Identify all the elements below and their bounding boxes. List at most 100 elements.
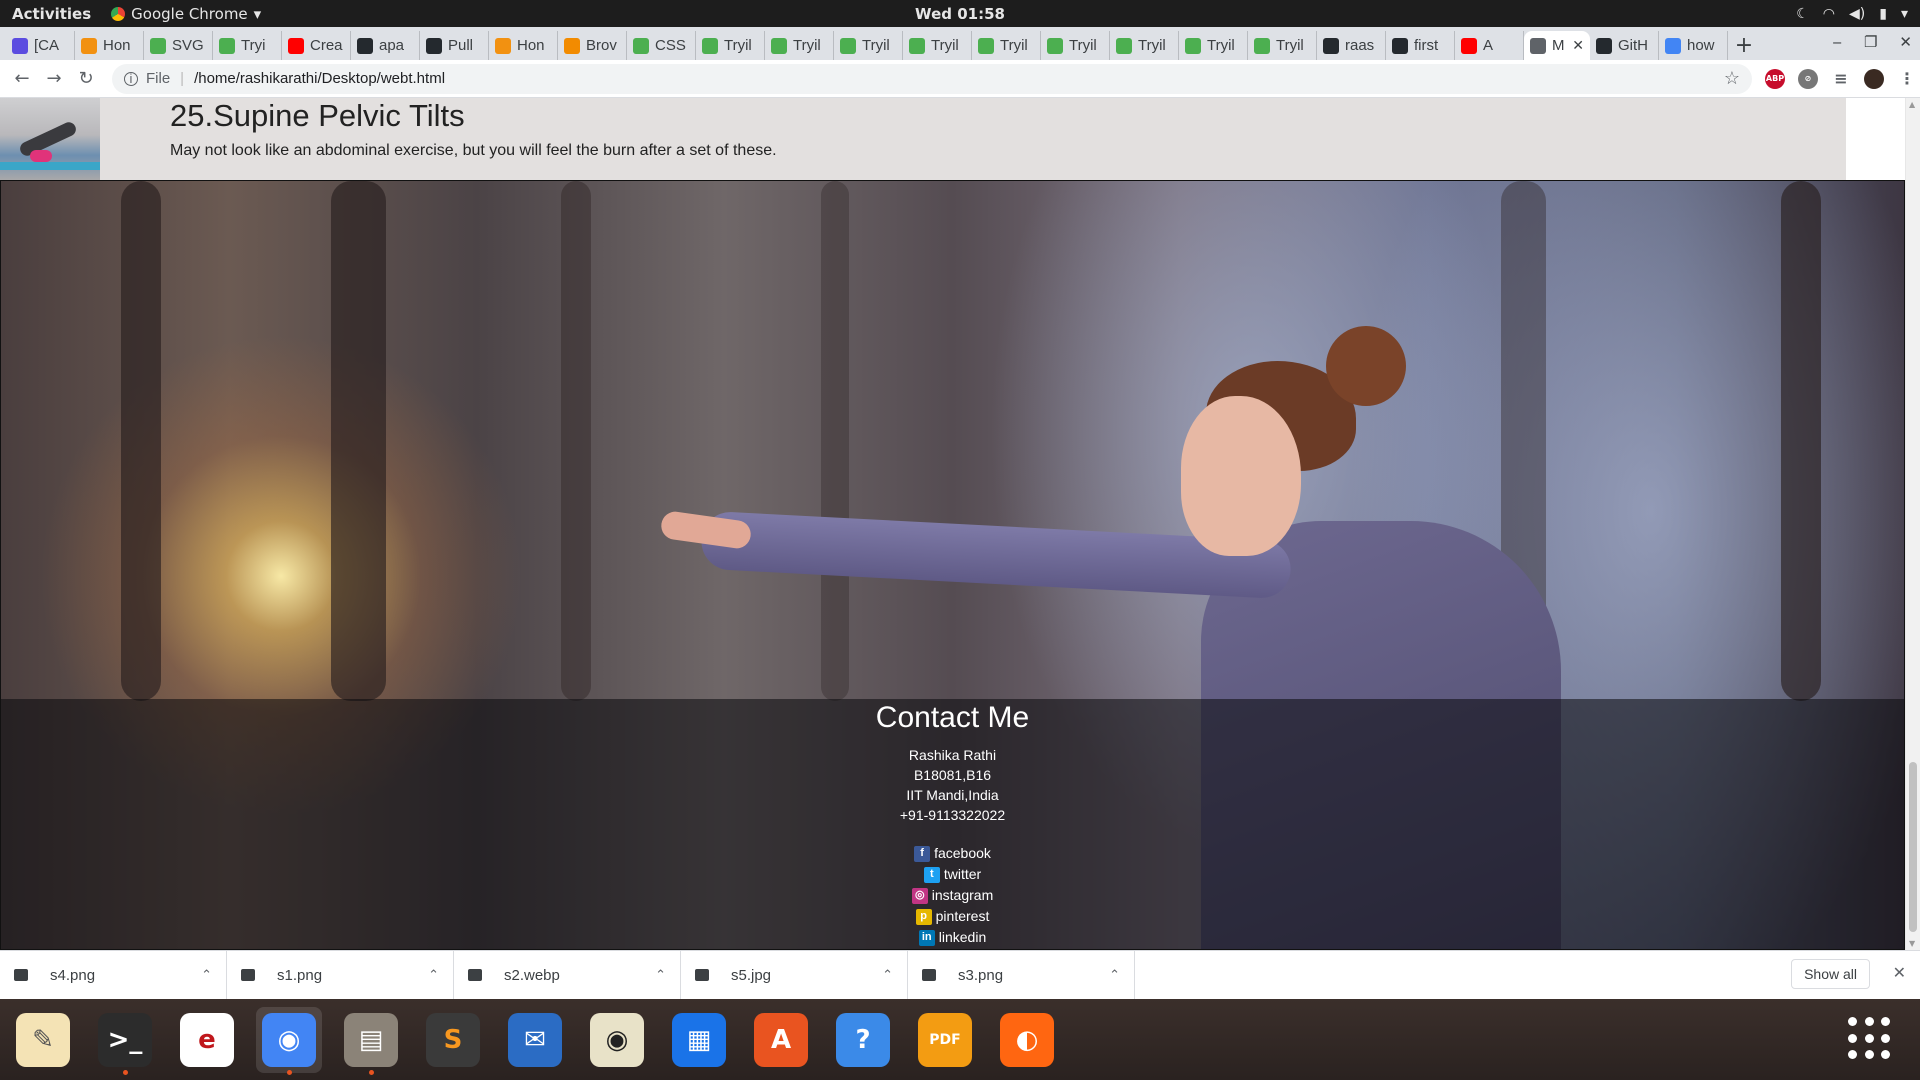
browser-tab[interactable]: Tryil [696,31,765,60]
menu-kebab-icon[interactable]: ⋮ [1897,69,1917,89]
browser-tab[interactable]: apa [351,31,420,60]
browser-tab[interactable]: Tryil [1248,31,1317,60]
activities-button[interactable]: Activities [0,5,103,23]
diamond-icon [12,37,28,54]
download-item[interactable]: s1.png ⌃ [227,950,454,1000]
dock-launcher[interactable]: S [420,1007,486,1073]
page-scrollbar[interactable]: ▲ ▼ [1905,98,1920,950]
social-link-linkedin[interactable]: in linkedin [1,927,1904,948]
browser-tab[interactable]: SVG [144,31,213,60]
chevron-up-icon[interactable]: ⌃ [201,967,212,983]
dock-launcher[interactable]: A [748,1007,814,1073]
browser-tab[interactable]: how [1659,31,1728,60]
chrome-icon [111,6,126,21]
browser-tab[interactable]: Tryil [1179,31,1248,60]
system-tray[interactable]: ☾ ◠ ◀) ▮ ▾ [1796,6,1908,22]
adblock-plus-icon[interactable]: ABP [1765,68,1785,89]
clock[interactable]: Wed 01:58 [915,5,1005,23]
address-bar[interactable]: i File | /home/rashikarathi/Desktop/webt… [112,63,1752,94]
download-filename: s5.jpg [731,966,772,984]
dock-launcher[interactable]: >_ [92,1007,158,1075]
social-links: f facebook t twitter ◎ instagram p pinterest in l… [1,843,1904,948]
download-item[interactable]: s5.jpg ⌃ [681,950,908,1000]
dock-launcher[interactable]: e [174,1007,240,1073]
dock-launcher[interactable]: ◉ [256,1006,322,1075]
download-item[interactable]: s4.png ⌃ [0,950,227,1000]
extension-icon[interactable]: ⊘ [1798,68,1818,89]
chevron-up-icon[interactable]: ⌃ [428,967,439,983]
dock-launcher[interactable]: ✎ [10,1007,76,1073]
browser-tab[interactable]: [CA [6,31,75,60]
download-item[interactable]: s2.webp ⌃ [454,950,681,1000]
downloads-shelf: s4.png ⌃ s1.png ⌃ s2.webp ⌃ s5.jpg ⌃ s3.png ⌃ Sho… [0,950,1920,1000]
minimize-button[interactable]: ‒ [1832,33,1842,51]
close-window-button[interactable]: ✕ [1899,33,1912,51]
youtube-icon [1461,37,1477,54]
social-link-twitter[interactable]: t twitter [1,864,1904,885]
instagram-icon: ◎ [911,887,928,904]
back-button[interactable]: ← [6,68,38,89]
browser-tab[interactable]: CSS [627,31,696,60]
chevron-up-icon[interactable]: ⌃ [1109,967,1120,983]
browser-tab[interactable]: Brov [558,31,627,60]
browser-tab[interactable]: Tryil [903,31,972,60]
close-downloads-icon[interactable]: ✕ [1893,963,1906,982]
profile-avatar[interactable] [1864,68,1884,89]
battery-icon: ▮ [1879,5,1887,22]
browser-tab[interactable]: raas [1317,31,1386,60]
browser-tab[interactable]: Tryil [834,31,903,60]
contact-place: IIT Mandi,India [906,787,999,803]
browser-tab[interactable]: Hon [75,31,144,60]
tab-label: GitH [1618,37,1648,54]
dock-launcher[interactable]: ✉ [502,1007,568,1073]
browser-tab[interactable]: Tryi [213,31,282,60]
chevron-up-icon[interactable]: ⌃ [882,967,893,983]
r-icon [564,37,580,54]
forward-button[interactable]: → [38,68,70,89]
scroll-up-arrow-icon[interactable]: ▲ [1909,100,1915,109]
social-link-facebook[interactable]: f facebook [1,843,1904,864]
media-controls-icon[interactable]: ≡ [1831,69,1851,89]
browser-tab[interactable]: GitH [1590,31,1659,60]
github-icon [426,37,442,54]
browser-tab[interactable]: Tryil [1110,31,1179,60]
show-applications-icon[interactable] [1848,1017,1892,1061]
browser-tab[interactable]: first [1386,31,1455,60]
social-link-label: twitter [943,866,982,882]
browser-tab[interactable]: Hon [489,31,558,60]
pdf-editor-icon: PDF [918,1012,972,1067]
close-tab-icon[interactable]: ✕ [1572,37,1584,54]
chevron-up-icon[interactable]: ⌃ [655,967,666,983]
scrollbar-thumb[interactable] [1909,762,1917,932]
browser-tab[interactable]: A [1455,31,1524,60]
browser-tab[interactable]: Tryil [972,31,1041,60]
maximize-button[interactable]: ❐ [1864,33,1877,51]
tab-label: Tryi [241,37,266,54]
info-icon[interactable]: i [124,71,138,86]
dock-launcher[interactable]: ▤ [338,1007,404,1075]
social-link-pinterest[interactable]: p pinterest [1,906,1904,927]
page-viewport: 25.Supine Pelvic Tilts May not look like… [0,98,1920,950]
dock-launcher[interactable]: PDF [912,1007,978,1073]
dock-launcher[interactable]: ? [830,1007,896,1073]
browser-tab[interactable]: Pull [420,31,489,60]
browser-tab[interactable]: Tryil [1041,31,1110,60]
reload-button[interactable]: ↻ [70,68,102,89]
dock-launcher[interactable]: ◉ [584,1007,650,1073]
scroll-down-arrow-icon[interactable]: ▼ [1909,939,1915,948]
new-tab-button[interactable]: + [1728,31,1760,60]
show-all-button[interactable]: Show all [1791,959,1870,989]
github-icon [1323,37,1339,54]
dock-launcher[interactable]: ▦ [666,1007,732,1073]
browser-tab[interactable]: Tryil [765,31,834,60]
bookmark-star-icon[interactable]: ☆ [1724,68,1740,89]
browser-tab[interactable]: M ✕ [1524,31,1590,60]
social-link-instagram[interactable]: ◎ instagram [1,885,1904,906]
swirl-icon [81,37,97,54]
app-menu[interactable]: Google Chrome ▾ [111,5,261,23]
url-text: /home/rashikarathi/Desktop/webt.html [194,70,446,87]
browser-tab[interactable]: Crea [282,31,351,60]
contact-heading: Contact Me [875,701,1030,734]
download-item[interactable]: s3.png ⌃ [908,950,1135,1000]
dock-launcher[interactable]: ◐ [994,1007,1060,1073]
